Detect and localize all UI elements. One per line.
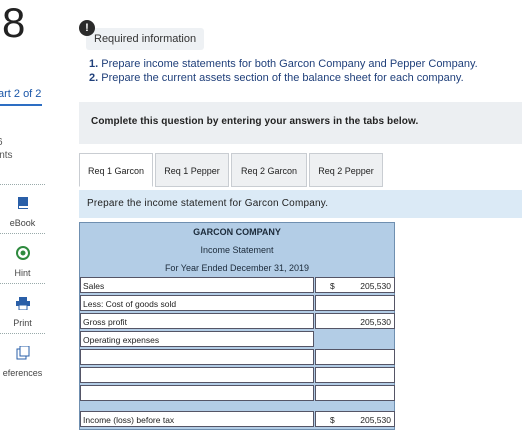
hint-button[interactable]: Hint (0, 246, 45, 281)
references-label: eferences (2, 368, 43, 378)
print-icon (15, 297, 30, 310)
label-input[interactable]: Sales (80, 277, 314, 293)
rail-divider (0, 333, 45, 334)
ebook-button[interactable]: eBook (0, 196, 45, 231)
label-input[interactable] (80, 385, 314, 401)
amount-input[interactable] (315, 367, 395, 383)
label-input[interactable] (80, 349, 314, 365)
references-icon (16, 346, 29, 360)
label-input[interactable]: Gross profit (80, 313, 314, 329)
rail-divider (0, 233, 45, 234)
hint-label: Hint (14, 268, 31, 278)
tab-req2-pepper[interactable]: Req 2 Pepper (309, 153, 383, 187)
points-info: 6 ints (0, 136, 13, 162)
instruction-item: 2. Prepare the current assets section of… (89, 72, 464, 84)
amount-input[interactable]: $205,530 (315, 277, 395, 293)
required-info-label: Required information (94, 33, 197, 45)
complete-instruction-text: Complete this question by entering your … (91, 116, 419, 127)
points-value: 6 (0, 136, 13, 149)
table-row: Sales $205,530 (79, 277, 395, 295)
tab-req2-garcon[interactable]: Req 2 Garcon (231, 153, 307, 187)
table-row (79, 385, 395, 403)
ebook-icon (17, 197, 28, 209)
tab-req1-pepper[interactable]: Req 1 Pepper (155, 153, 229, 187)
label-input[interactable] (80, 367, 314, 383)
row-gap (79, 403, 395, 411)
hint-icon (15, 246, 30, 260)
statement-company-name: GARCON COMPANY (79, 222, 395, 241)
print-button[interactable]: Print (0, 297, 45, 331)
prepare-instruction-bar: Prepare the income statement for Garcon … (79, 190, 522, 218)
amount-input[interactable] (315, 349, 395, 365)
amount-input[interactable] (315, 331, 395, 347)
instruction-item: 1. Prepare income statements for both Ga… (89, 58, 478, 70)
amount-input[interactable]: $205,530 (315, 411, 395, 427)
rail-divider (0, 184, 45, 185)
references-button[interactable]: eferences (0, 346, 45, 381)
table-row: Gross profit 205,530 (79, 313, 395, 331)
complete-instruction-box: Complete this question by entering your … (79, 102, 522, 144)
table-row: Less: Cost of goods sold (79, 295, 395, 313)
print-label: Print (13, 318, 32, 328)
table-row: Operating expenses (79, 331, 395, 349)
part-progress-line (0, 104, 42, 106)
tab-label: Req 1 Pepper (164, 166, 220, 176)
tab-req1-garcon[interactable]: Req 1 Garcon (79, 153, 153, 187)
ebook-label: eBook (9, 218, 36, 228)
amount-input[interactable] (315, 295, 395, 311)
income-statement-table: GARCON COMPANY Income Statement For Year… (79, 222, 395, 430)
tab-label: Req 1 Garcon (87, 166, 145, 176)
prepare-instruction-text: Prepare the income statement for Garcon … (87, 198, 329, 209)
table-row (79, 349, 395, 367)
points-label: ints (0, 150, 13, 161)
statement-title: Income Statement (79, 241, 395, 259)
amount-input[interactable]: 205,530 (315, 313, 395, 329)
rail-divider (0, 283, 45, 284)
table-row (79, 367, 395, 385)
required-info-banner: Required information (86, 28, 205, 50)
table-row: Income (loss) before tax $205,530 (79, 411, 395, 430)
tab-label: Req 2 Garcon (240, 166, 298, 176)
label-input[interactable]: Less: Cost of goods sold (80, 295, 314, 311)
part-indicator: art 2 of 2 (0, 88, 42, 100)
amount-input[interactable] (315, 385, 395, 401)
tab-label: Req 2 Pepper (318, 166, 374, 176)
alert-icon: ! (79, 20, 95, 36)
label-input[interactable]: Income (loss) before tax (80, 411, 314, 427)
question-number: 8 (2, 0, 26, 46)
instructions-list: 1. Prepare income statements for both Ga… (89, 57, 478, 85)
label-input[interactable]: Operating expenses (80, 331, 314, 347)
statement-period: For Year Ended December 31, 2019 (79, 259, 395, 277)
